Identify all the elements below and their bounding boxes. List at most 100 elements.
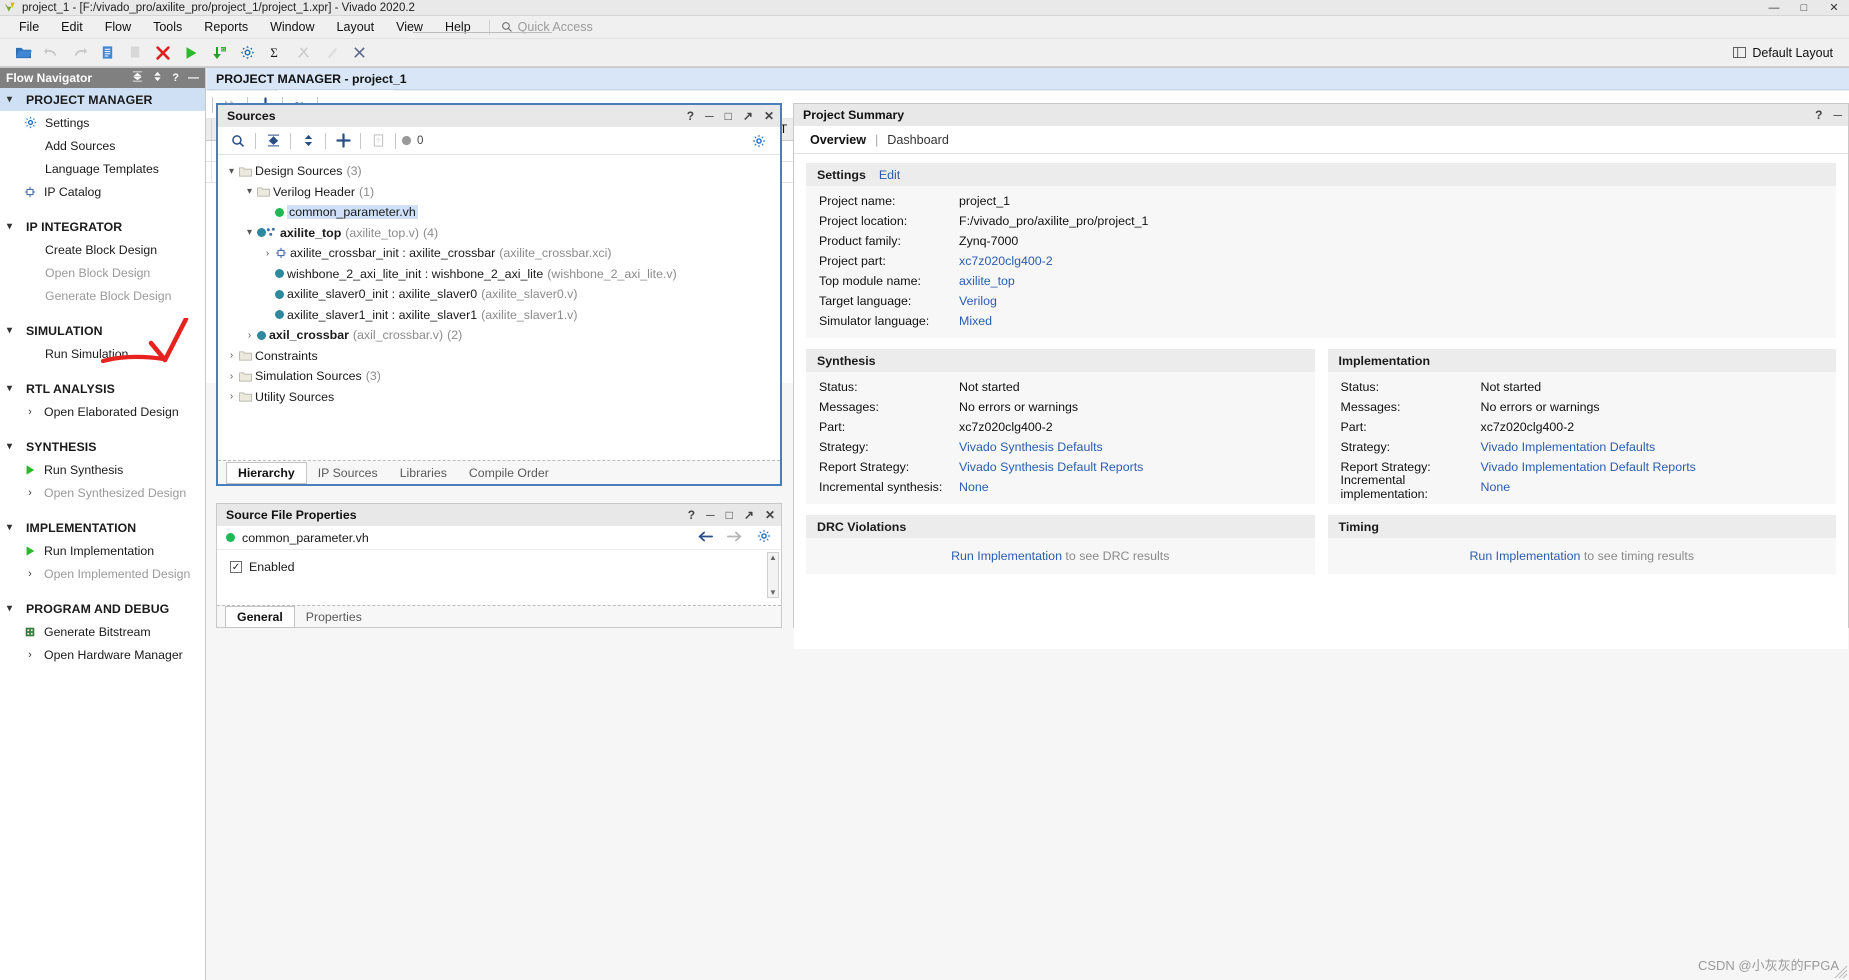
summary-help-icon[interactable]: ? xyxy=(1815,108,1822,122)
sfp-back-icon[interactable] xyxy=(697,531,713,545)
minimize-button[interactable]: — xyxy=(1759,0,1789,16)
flow-section-ip-integrator[interactable]: ▾ IP INTEGRATOR xyxy=(0,215,205,238)
collapse-all-icon[interactable] xyxy=(132,71,143,85)
sfp-minimize-icon[interactable]: ─ xyxy=(706,508,715,522)
flow-item-generate-bitstream[interactable]: Generate Bitstream xyxy=(0,620,205,643)
flow-item-language-templates[interactable]: Language Templates xyxy=(0,157,205,180)
settings-value[interactable]: xc7z020clg400-2 xyxy=(959,254,1053,268)
tree-node[interactable]: ▾ Verilog Header (1) xyxy=(224,182,780,203)
tree-node[interactable]: axilite_slaver0_init : axilite_slaver0 (a… xyxy=(224,284,780,305)
tree-node[interactable]: common_parameter.vh xyxy=(224,202,780,223)
flow-item-settings[interactable]: Settings xyxy=(0,111,205,134)
synthesis-value[interactable]: Vivado Synthesis Default Reports xyxy=(959,460,1143,474)
paste-icon[interactable] xyxy=(318,41,344,65)
sources-collapse-icon[interactable] xyxy=(261,130,285,152)
tab-dashboard[interactable]: Dashboard xyxy=(880,133,956,147)
menu-help[interactable]: Help xyxy=(434,18,482,36)
cut-icon[interactable] xyxy=(290,41,316,65)
cancel-icon[interactable] xyxy=(150,41,176,65)
flow-item-run-synthesis[interactable]: Run Synthesis xyxy=(0,458,205,481)
open-folder-icon[interactable] xyxy=(10,41,36,65)
sfp-scrollbar[interactable]: ▲ ▼ xyxy=(767,552,779,598)
sfp-forward-icon[interactable] xyxy=(727,531,743,545)
run-icon[interactable] xyxy=(178,41,204,65)
sfp-settings-icon[interactable] xyxy=(757,529,771,546)
drc-run-implementation-link[interactable]: Run Implementation xyxy=(951,549,1062,563)
sources-tab-hierarchy[interactable]: Hierarchy xyxy=(226,461,307,484)
menu-window[interactable]: Window xyxy=(259,18,325,36)
default-layout-button[interactable]: Default Layout xyxy=(1727,44,1839,62)
menu-reports[interactable]: Reports xyxy=(193,18,259,36)
report-icon[interactable] xyxy=(94,41,120,65)
scroll-down-icon[interactable]: ▼ xyxy=(769,588,777,597)
menu-tools[interactable]: Tools xyxy=(142,18,193,36)
sfp-close-icon[interactable]: ✕ xyxy=(765,508,775,522)
sfp-maximize-icon[interactable]: □ xyxy=(726,508,733,522)
flow-section-simulation[interactable]: ▾ SIMULATION xyxy=(0,319,205,342)
implementation-value[interactable]: Vivado Implementation Defaults xyxy=(1481,440,1656,454)
maximize-button[interactable]: □ xyxy=(1789,0,1819,16)
tree-node[interactable]: › axil_crossbar (axil_crossbar.v) (2) xyxy=(224,325,780,346)
sfp-float-icon[interactable]: ↗ xyxy=(744,508,754,522)
copy-icon[interactable] xyxy=(122,41,148,65)
chevron-down-icon[interactable]: ▾ xyxy=(224,166,239,177)
settings-edit-link[interactable]: Edit xyxy=(879,168,900,182)
chevron-right-icon[interactable]: › xyxy=(224,371,239,382)
sources-tab-compile-order[interactable]: Compile Order xyxy=(458,463,560,483)
chevron-right-icon[interactable]: › xyxy=(224,391,239,402)
sfp-tab-general[interactable]: General xyxy=(225,605,295,628)
flow-item-run-implementation[interactable]: Run Implementation xyxy=(0,539,205,562)
sources-expand-icon[interactable] xyxy=(296,130,320,152)
sources-tab-ip-sources[interactable]: IP Sources xyxy=(307,463,389,483)
resize-grip-icon[interactable] xyxy=(1834,965,1848,979)
implementation-value[interactable]: Vivado Implementation Default Reports xyxy=(1481,460,1696,474)
menu-layout[interactable]: Layout xyxy=(326,18,386,36)
sources-help-icon[interactable]: ? xyxy=(687,109,694,123)
flow-section-rtl-analysis[interactable]: ▾ RTL ANALYSIS xyxy=(0,377,205,400)
flow-item-create-block-design[interactable]: Create Block Design xyxy=(0,238,205,261)
redo-icon[interactable] xyxy=(66,41,92,65)
timing-run-implementation-link[interactable]: Run Implementation xyxy=(1469,549,1580,563)
chevron-right-icon[interactable]: › xyxy=(224,350,239,361)
settings-value[interactable]: Mixed xyxy=(959,314,992,328)
download-icon[interactable]: 01 xyxy=(206,41,232,65)
sources-search-icon[interactable] xyxy=(226,130,250,152)
sources-minimize-icon[interactable]: ─ xyxy=(705,109,714,123)
flow-item-open-hardware-manager[interactable]: › Open Hardware Manager xyxy=(0,643,205,666)
chevron-down-icon[interactable]: ▾ xyxy=(242,186,257,197)
tree-node[interactable]: wishbone_2_axi_lite_init : wishbone_2_ax… xyxy=(224,264,780,285)
tree-node[interactable]: › axilite_crossbar_init : axilite_crossba… xyxy=(224,243,780,264)
sources-doc-icon[interactable]: ? xyxy=(366,130,390,152)
chevron-right-icon[interactable]: › xyxy=(260,248,275,259)
sources-tab-libraries[interactable]: Libraries xyxy=(389,463,458,483)
flow-section-program-and-debug[interactable]: ▾ PROGRAM AND DEBUG xyxy=(0,597,205,620)
menu-flow[interactable]: Flow xyxy=(94,18,142,36)
chevron-down-icon[interactable]: ▾ xyxy=(242,227,257,238)
scroll-up-icon[interactable]: ▲ xyxy=(769,553,777,562)
menu-edit[interactable]: Edit xyxy=(50,18,94,36)
cross-icon[interactable] xyxy=(346,41,372,65)
flow-item-open-elaborated-design[interactable]: › Open Elaborated Design xyxy=(0,400,205,423)
flow-section-implementation[interactable]: ▾ IMPLEMENTATION xyxy=(0,516,205,539)
tree-node[interactable]: › Simulation Sources (3) xyxy=(224,366,780,387)
synthesis-value[interactable]: Vivado Synthesis Defaults xyxy=(959,440,1103,454)
sources-add-icon[interactable] xyxy=(331,130,355,152)
expand-all-icon[interactable] xyxy=(152,71,163,85)
menu-view[interactable]: View xyxy=(385,18,434,36)
tree-node[interactable]: › Utility Sources xyxy=(224,387,780,408)
settings-icon[interactable] xyxy=(234,41,260,65)
synthesis-value[interactable]: None xyxy=(959,480,989,494)
close-button[interactable]: ✕ xyxy=(1819,0,1849,16)
flow-item-run-simulation[interactable]: Run Simulation xyxy=(0,342,205,365)
flow-section-project-manager[interactable]: ▾ PROJECT MANAGER xyxy=(0,88,205,111)
settings-value[interactable]: Verilog xyxy=(959,294,997,308)
sources-close-icon[interactable]: ✕ xyxy=(764,109,774,123)
implementation-value[interactable]: None xyxy=(1481,480,1511,494)
enabled-checkbox-row[interactable]: ✓ Enabled xyxy=(230,560,781,574)
sources-settings-icon[interactable] xyxy=(747,130,771,152)
sources-float-icon[interactable]: ↗ xyxy=(743,109,753,123)
minimize-panel-icon[interactable]: — xyxy=(188,72,199,84)
sources-tree[interactable]: ▾ Design Sources (3) ▾ Verilog Header (1) comm… xyxy=(218,155,780,463)
undo-icon[interactable] xyxy=(38,41,64,65)
tree-node[interactable]: axilite_slaver1_init : axilite_slaver1 (a… xyxy=(224,305,780,326)
